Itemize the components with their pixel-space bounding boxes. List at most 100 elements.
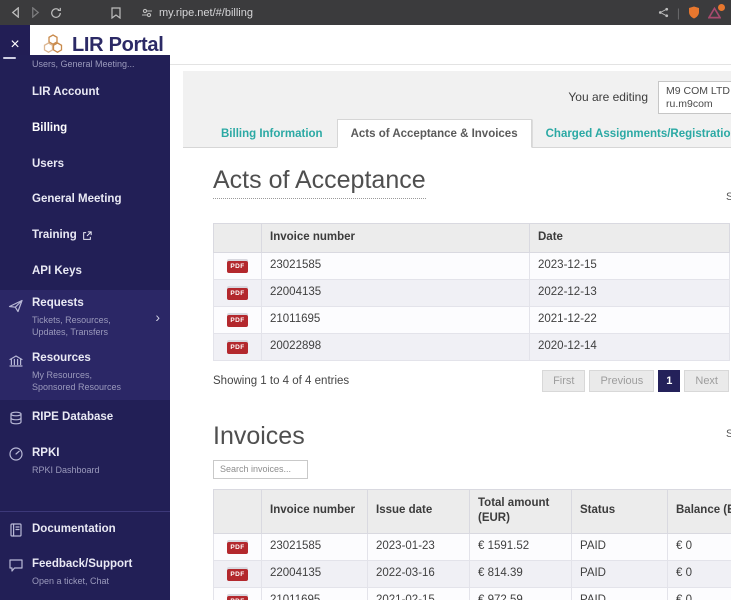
acts-search-label-fragment: Search: [726, 191, 731, 203]
sidebar-item-ripe-database[interactable]: RIPE Database [0, 400, 170, 436]
acts-heading: Acts of Acceptance [213, 166, 426, 199]
table-cell: 2020-12-14 [529, 332, 730, 361]
column-header-invoice-number: Invoice number [261, 488, 368, 534]
table-cell: 20022898 [261, 332, 530, 361]
search-invoices-input[interactable] [213, 459, 308, 479]
table-cell: 2023-01-23 [367, 532, 470, 561]
chat-icon [8, 557, 26, 575]
pdf-icon[interactable]: PDF [227, 569, 248, 581]
tab-bar: Billing Information Acts of Acceptance & … [183, 119, 731, 148]
table-row: PDF 22004135 2022-12-13 [213, 278, 730, 307]
back-icon[interactable] [10, 7, 21, 18]
column-header-issue-date: Issue date [367, 488, 470, 534]
table-cell: € 0 [667, 586, 731, 600]
column-header [213, 488, 262, 534]
table-cell: 23021585 [261, 532, 368, 561]
org-name: M9 COM LTD [666, 84, 730, 97]
column-header-date: Date [529, 223, 730, 253]
billing-panel: Acts of Acceptance Invoice number Date PD… [170, 148, 731, 600]
tab-billing-information[interactable]: Billing Information [207, 119, 337, 147]
send-icon [8, 298, 26, 316]
sidebar-item-requests[interactable]: Requests Tickets, Resources, Updates, Tra… [0, 289, 170, 345]
table-row: PDF 23021585 2023-12-15 [213, 251, 730, 280]
sidebar-item-organisation-subtext[interactable]: Users, General Meeting... [0, 55, 170, 69]
pdf-icon[interactable]: PDF [227, 342, 248, 354]
invoices-search-label-fragment: Search: [726, 428, 731, 440]
sidebar-item-lir-account[interactable]: LIR Account [0, 75, 170, 111]
sidebar-item-documentation[interactable]: Documentation [0, 512, 170, 548]
table-row: PDF 23021585 2023-01-23 € 1591.52 PAID € 0 [213, 532, 731, 561]
reload-icon[interactable] [50, 7, 62, 19]
table-cell: € 972.59 [469, 586, 572, 600]
table-cell: PAID [571, 586, 668, 600]
column-header [213, 223, 262, 253]
table-row: PDF 21011695 2021-12-22 [213, 305, 730, 334]
table-cell: 21011695 [261, 305, 530, 334]
editing-label: You are editing [568, 90, 648, 104]
sidebar-item-general-meeting[interactable]: General Meeting [0, 182, 170, 218]
pdf-icon[interactable]: PDF [227, 261, 248, 273]
shield-icon[interactable] [688, 6, 700, 19]
sidebar-item-rpki[interactable]: RPKI RPKI Dashboard [0, 436, 170, 487]
table-cell: € 1591.52 [469, 532, 572, 561]
next-page-button[interactable]: Next [684, 369, 729, 392]
browser-toolbar: my.ripe.net/#/billing | [0, 0, 731, 25]
sidebar-item-training[interactable]: Training [0, 218, 170, 254]
app-title: LIR Portal [72, 33, 164, 56]
first-page-button[interactable]: First [542, 369, 586, 392]
column-header-balance-eur: Balance (EUR) [667, 488, 731, 534]
tab-charged-assignments-registrations[interactable]: Charged Assignments/Registrations [531, 119, 731, 147]
table-cell: 2023-12-15 [529, 251, 730, 280]
alert-badge-icon[interactable] [708, 3, 725, 19]
sidebar-item-subtext: RPKI Dashboard [32, 464, 100, 475]
table-row: PDF 210116952021-02-15€ 972.59PAID€ 0 [213, 586, 731, 600]
sidebar-item-subtext: My Resources, Sponsored Resources [32, 369, 122, 392]
pdf-icon[interactable]: PDF [227, 288, 248, 300]
gauge-icon [8, 446, 26, 464]
pdf-icon[interactable]: PDF [227, 542, 248, 554]
table-cell: 2021-12-22 [529, 305, 730, 334]
sidebar-item-resources[interactable]: Resources My Resources, Sponsored Resourc… [0, 344, 170, 400]
book-icon [8, 522, 26, 540]
sidebar-item-api-keys[interactable]: API Keys [0, 254, 170, 290]
table-cell: 21011695 [261, 586, 368, 600]
page-1-button[interactable]: 1 [658, 369, 681, 392]
bank-icon [8, 353, 26, 371]
table-cell: 22004135 [261, 559, 368, 588]
sidebar-item-subtext: Open a ticket, Chat [32, 576, 110, 587]
sidebar-item-users[interactable]: Users [0, 147, 170, 183]
org-id: ru.m9com [666, 97, 713, 110]
bookmark-icon[interactable] [111, 6, 121, 19]
org-selector[interactable]: M9 COM LTD ru.m9com [658, 80, 731, 114]
pagination: First Previous 1 Next [542, 369, 729, 392]
share-icon[interactable] [658, 7, 669, 18]
table-cell: 2022-12-13 [529, 278, 730, 307]
acts-table: Invoice number Date PDF 23021585 2023-12-1… [213, 223, 730, 361]
url-bar[interactable]: my.ripe.net/#/billing [159, 7, 253, 19]
notification-dot [718, 3, 725, 11]
external-link-icon [82, 231, 92, 241]
pdf-icon[interactable]: PDF [227, 596, 248, 600]
table-cell: 2021-02-15 [367, 586, 470, 600]
sidebar-item-billing[interactable]: Billing [0, 111, 170, 147]
table-cell: € 0 [667, 559, 731, 588]
forward-icon[interactable] [30, 7, 41, 18]
site-info-icon[interactable] [141, 7, 153, 19]
table-cell: PAID [571, 532, 668, 561]
top-band: You are editing M9 COM LTD ru.m9com Bill… [183, 71, 731, 148]
invoices-table: Invoice number Issue date Total amount (EU… [213, 488, 731, 600]
previous-page-button[interactable]: Previous [589, 369, 655, 392]
table-cell: 2022-03-16 [367, 559, 470, 588]
table-cell: € 0 [667, 532, 731, 561]
tab-acts-of-acceptance-invoices[interactable]: Acts of Acceptance & Invoices [336, 119, 532, 148]
table-cell: 23021585 [261, 251, 530, 280]
column-header-status: Status [571, 488, 668, 534]
pdf-icon[interactable]: PDF [227, 315, 248, 327]
toolbar-divider: | [676, 5, 680, 20]
sidebar-item-feedback-support[interactable]: Feedback/Support Open a ticket, Chat [0, 547, 170, 598]
table-cell: € 814.39 [469, 559, 572, 588]
main-content: You are editing M9 COM LTD ru.m9com Bill… [170, 65, 731, 600]
chevron-right-icon[interactable]: › [155, 309, 160, 325]
menu-icon[interactable] [3, 57, 16, 59]
sidebar-item-subtext: Tickets, Resources, Updates, Transfers [32, 314, 111, 337]
